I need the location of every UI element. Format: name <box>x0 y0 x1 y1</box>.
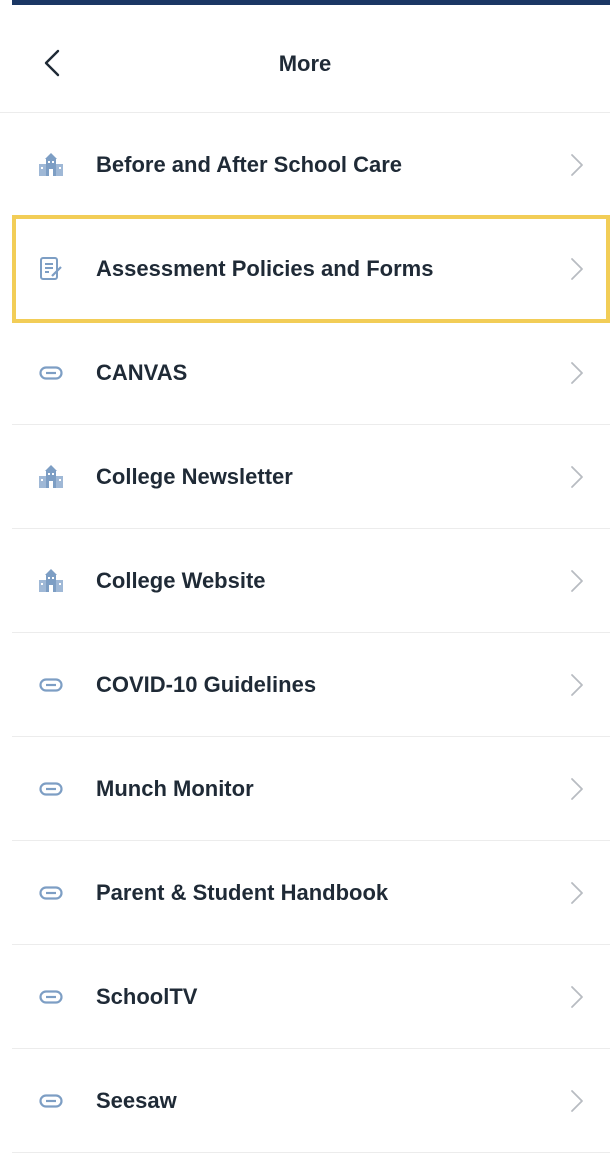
link-icon <box>37 775 65 803</box>
chevron-right-icon <box>571 361 583 384</box>
link-icon <box>37 359 65 387</box>
menu-item-label: College Newsletter <box>96 463 293 489</box>
menu-item-munch-monitor[interactable]: Munch Monitor <box>12 737 610 841</box>
chevron-right-icon <box>571 153 583 176</box>
school-building-icon <box>37 567 65 595</box>
school-building-icon <box>37 463 65 491</box>
chevron-right-icon <box>571 465 583 488</box>
menu-item-schooltv[interactable]: SchoolTV <box>12 945 610 1049</box>
chevron-right-icon <box>571 1089 583 1112</box>
link-icon <box>37 879 65 907</box>
link-icon <box>37 1087 65 1115</box>
chevron-right-icon <box>571 673 583 696</box>
menu-item-college-website[interactable]: College Website <box>12 529 610 633</box>
link-icon <box>37 983 65 1011</box>
page-title: More <box>278 51 332 76</box>
chevron-right-icon <box>571 569 583 592</box>
menu-item-assessment-policies-and-forms[interactable]: Assessment Policies and Forms <box>12 215 610 323</box>
menu-item-before-after-school-care[interactable]: Before and After School Care <box>12 113 610 217</box>
menu-item-label: Assessment Policies and Forms <box>96 256 434 281</box>
menu-list: Before and After School Care Assessment … <box>0 113 610 1153</box>
menu-item-seesaw[interactable]: Seesaw <box>12 1049 610 1153</box>
menu-item-label: CANVAS <box>96 359 188 385</box>
menu-item-label: College Website <box>96 567 266 593</box>
school-building-icon <box>37 151 65 179</box>
chevron-right-icon <box>571 881 583 904</box>
menu-item-covid-10-guidelines[interactable]: COVID-10 Guidelines <box>12 633 610 737</box>
menu-item-label: COVID-10 Guidelines <box>96 671 317 697</box>
chevron-right-icon <box>571 777 583 800</box>
menu-item-label: Parent & Student Handbook <box>96 879 389 905</box>
link-icon <box>37 671 65 699</box>
menu-item-college-newsletter[interactable]: College Newsletter <box>12 425 610 529</box>
menu-item-label: Seesaw <box>96 1087 177 1113</box>
menu-item-parent-student-handbook[interactable]: Parent & Student Handbook <box>12 841 610 945</box>
document-edit-icon <box>37 255 65 283</box>
menu-item-label: Before and After School Care <box>96 151 403 177</box>
menu-item-label: SchoolTV <box>96 983 198 1009</box>
header: More <box>0 5 610 113</box>
chevron-right-icon <box>571 258 583 280</box>
menu-item-canvas[interactable]: CANVAS <box>12 321 610 425</box>
chevron-right-icon <box>571 985 583 1008</box>
menu-item-label: Munch Monitor <box>96 775 254 801</box>
